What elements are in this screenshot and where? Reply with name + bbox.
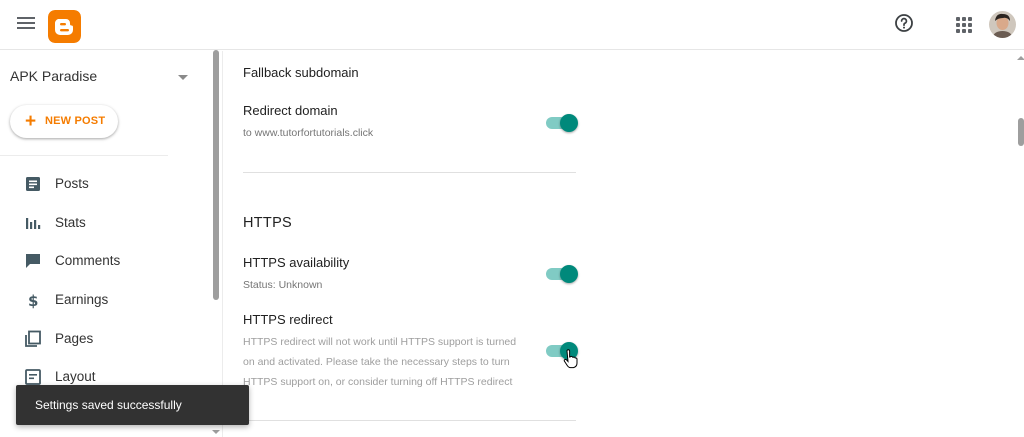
description-line: HTTPS redirect will not work until HTTPS… bbox=[243, 336, 517, 348]
plus-icon: + bbox=[25, 111, 37, 132]
sidebar-item-label: Pages bbox=[55, 331, 94, 346]
sidebar-item-pages[interactable]: Pages bbox=[0, 321, 212, 357]
sidebar-item-earnings[interactable]: $ Earnings bbox=[0, 282, 212, 318]
https-availability-status: Status: Unknown bbox=[243, 279, 323, 291]
https-redirect-title: HTTPS redirect bbox=[243, 312, 333, 327]
description-line: on and activated. Please take the necess… bbox=[243, 356, 510, 368]
blog-name: APK Paradise bbox=[10, 68, 98, 84]
https-section-heading: HTTPS bbox=[243, 215, 293, 231]
apps-grid-icon[interactable] bbox=[956, 17, 972, 33]
sidebar: APK Paradise + NEW POST Posts Stats Comm… bbox=[0, 51, 212, 437]
main-scrollbar[interactable] bbox=[1018, 118, 1024, 146]
sidebar-item-stats[interactable]: Stats bbox=[0, 205, 212, 241]
posts-icon bbox=[24, 175, 42, 193]
sidebar-item-label: Layout bbox=[55, 369, 96, 384]
https-availability-toggle[interactable] bbox=[546, 265, 578, 283]
redirect-domain-title: Redirect domain bbox=[243, 103, 338, 118]
sidebar-item-label: Comments bbox=[55, 253, 121, 268]
sidebar-item-comments[interactable]: Comments bbox=[0, 243, 212, 279]
settings-panel: Fallback subdomain Redirect domain to ww… bbox=[223, 51, 1015, 437]
redirect-domain-toggle[interactable] bbox=[546, 114, 578, 132]
svg-text:$: $ bbox=[28, 292, 38, 309]
hand-cursor-icon bbox=[562, 349, 578, 369]
top-app-bar bbox=[0, 0, 1024, 50]
new-post-label: NEW POST bbox=[45, 115, 106, 127]
layout-icon bbox=[24, 368, 42, 386]
stats-icon bbox=[24, 214, 42, 232]
blogger-logo-icon[interactable] bbox=[48, 10, 81, 43]
pages-icon bbox=[24, 330, 42, 348]
sidebar-scrollbar[interactable] bbox=[213, 50, 219, 300]
scroll-up-arrow-icon[interactable] bbox=[1017, 56, 1024, 60]
snackbar-toast: Settings saved successfully bbox=[16, 385, 249, 425]
sidebar-item-label: Earnings bbox=[55, 292, 109, 307]
scroll-down-arrow-icon[interactable] bbox=[212, 430, 220, 434]
comments-icon bbox=[24, 252, 42, 270]
description-line: HTTPS support on, or consider turning of… bbox=[243, 376, 513, 388]
blog-selector[interactable]: APK Paradise bbox=[10, 68, 190, 88]
sidebar-item-label: Posts bbox=[55, 176, 89, 191]
dollar-icon: $ bbox=[24, 291, 42, 310]
new-post-button[interactable]: + NEW POST bbox=[10, 105, 118, 138]
sidebar-item-label: Stats bbox=[55, 215, 86, 230]
toast-message: Settings saved successfully bbox=[35, 398, 182, 412]
fallback-subdomain-title: Fallback subdomain bbox=[243, 65, 359, 80]
hamburger-menu-icon[interactable] bbox=[17, 16, 35, 30]
https-availability-title: HTTPS availability bbox=[243, 255, 350, 270]
caret-down-icon bbox=[178, 75, 188, 80]
sidebar-divider bbox=[0, 155, 168, 156]
help-circle-icon[interactable] bbox=[894, 13, 914, 33]
https-redirect-description: HTTPS redirect will not work until HTTPS… bbox=[243, 332, 543, 392]
redirect-domain-subtitle: to www.tutorfortutorials.click bbox=[243, 127, 374, 139]
section-divider bbox=[243, 172, 576, 173]
sidebar-item-posts[interactable]: Posts bbox=[0, 166, 212, 202]
user-avatar[interactable] bbox=[989, 11, 1016, 38]
section-divider bbox=[243, 420, 576, 421]
